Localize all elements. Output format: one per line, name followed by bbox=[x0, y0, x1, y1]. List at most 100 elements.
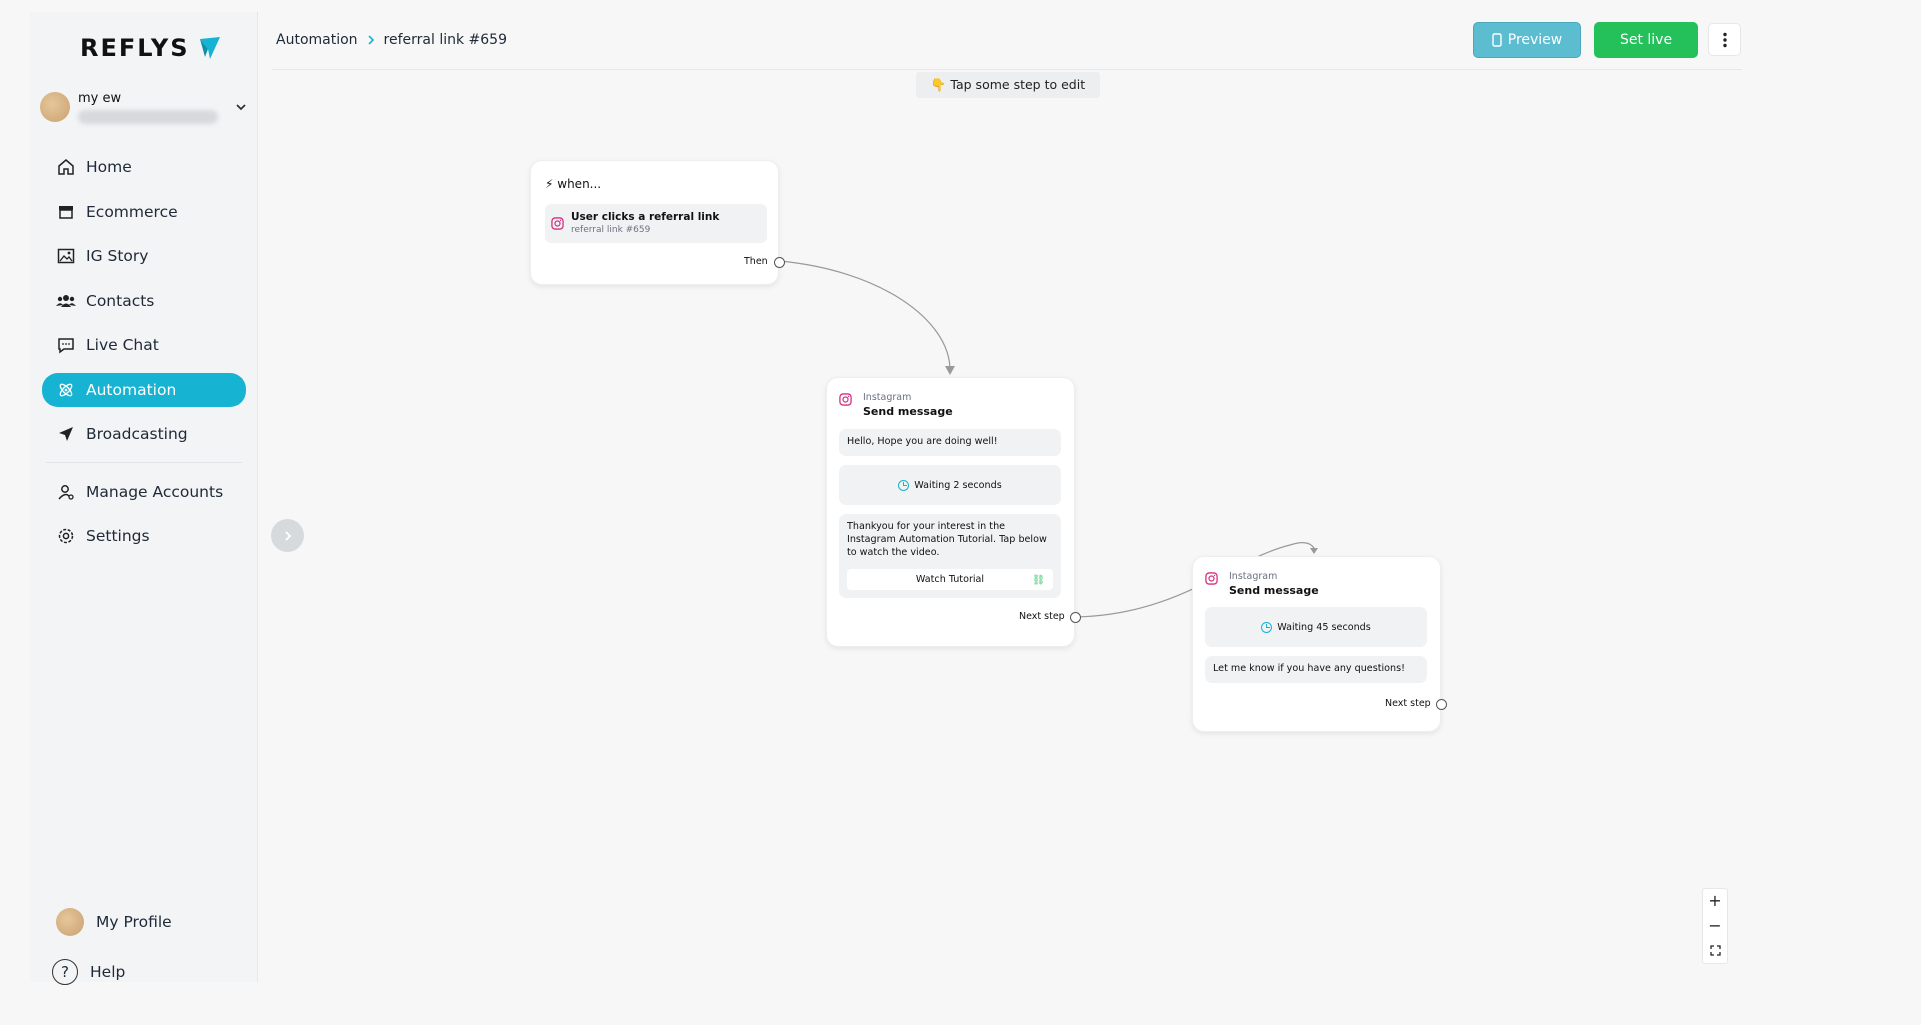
user-manage-icon bbox=[56, 482, 76, 502]
store-icon bbox=[56, 202, 76, 222]
zoom-in-button[interactable]: + bbox=[1703, 889, 1727, 913]
preview-label: Preview bbox=[1507, 32, 1563, 48]
divider bbox=[46, 461, 242, 463]
sidebar-item-manage-accounts[interactable]: Manage Accounts bbox=[42, 475, 246, 509]
sidebar-item-settings[interactable]: Settings bbox=[42, 519, 246, 553]
home-icon bbox=[56, 157, 76, 177]
sidebar-bottom: My Profile ? Help bbox=[52, 904, 252, 1004]
help-icon: ? bbox=[52, 959, 78, 985]
send-message-card-2[interactable]: Instagram Send message Waiting 45 second… bbox=[1192, 556, 1447, 732]
sidebar-item-label: Settings bbox=[86, 527, 150, 545]
zoom-out-button[interactable]: − bbox=[1703, 914, 1727, 938]
gear-icon bbox=[56, 526, 76, 546]
more-options-button[interactable] bbox=[1708, 23, 1741, 56]
message-bubble-with-button[interactable]: Thankyou for your interest in the Instag… bbox=[839, 514, 1061, 598]
clock-icon bbox=[898, 479, 910, 491]
message-bubble[interactable]: Let me know if you have any questions! bbox=[1205, 656, 1427, 683]
edge-arrow bbox=[945, 366, 955, 375]
phone-icon bbox=[1492, 33, 1502, 47]
instagram-icon bbox=[1205, 572, 1218, 585]
wait-text: Waiting 45 seconds bbox=[1277, 621, 1371, 633]
sidebar-item-label: Automation bbox=[86, 380, 177, 399]
output-port[interactable] bbox=[1070, 612, 1081, 623]
wait-block[interactable]: Waiting 45 seconds bbox=[1205, 607, 1427, 647]
step-title: Send message bbox=[1229, 584, 1319, 597]
set-live-button[interactable]: Set live bbox=[1594, 22, 1698, 58]
automation-icon bbox=[56, 380, 76, 400]
sidebar-item-automation[interactable]: Automation bbox=[42, 372, 246, 407]
edge-trigger-to-step1 bbox=[778, 260, 951, 371]
message-text: Thankyou for your interest in the Instag… bbox=[847, 521, 1047, 558]
account-switcher[interactable]: my ew bbox=[40, 80, 252, 134]
chevron-down-icon[interactable] bbox=[234, 100, 248, 114]
fit-view-icon bbox=[1709, 944, 1721, 956]
instagram-icon bbox=[551, 217, 564, 230]
logo[interactable]: REFLYS bbox=[80, 34, 222, 62]
wait-block[interactable]: Waiting 2 seconds bbox=[839, 465, 1061, 505]
chevron-right-icon bbox=[367, 35, 374, 45]
trigger-heading-text: when... bbox=[557, 177, 602, 191]
account-name: my ew bbox=[78, 90, 122, 106]
sidebar-item-label: Broadcasting bbox=[86, 425, 188, 443]
header: Automation referral link #659 Preview Se… bbox=[272, 20, 1742, 70]
message-bubble[interactable]: Hello, Hope you are doing well! bbox=[839, 429, 1061, 456]
sidebar-nav: Home Ecommerce IG Story Contacts Live Ch… bbox=[42, 150, 246, 564]
sidebar-item-help[interactable]: ? Help bbox=[52, 954, 252, 990]
zoom-controls: + − bbox=[1702, 888, 1728, 964]
breadcrumb-automation[interactable]: Automation bbox=[276, 32, 358, 48]
bolt-icon: ⚡ bbox=[545, 177, 554, 191]
account-avatar bbox=[40, 92, 70, 122]
sidebar-item-broadcasting[interactable]: Broadcasting bbox=[42, 417, 246, 451]
sidebar-item-contacts[interactable]: Contacts bbox=[42, 284, 246, 318]
output-port[interactable] bbox=[774, 257, 785, 268]
logo-text: REFLYS bbox=[80, 34, 190, 62]
sidebar-item-ecommerce[interactable]: Ecommerce bbox=[42, 195, 246, 229]
preview-button[interactable]: Preview bbox=[1473, 22, 1581, 58]
instagram-icon bbox=[839, 393, 852, 406]
port-label: Next step bbox=[1385, 698, 1431, 709]
link-icon: ⛓ bbox=[1032, 575, 1045, 586]
sidebar-item-label: Live Chat bbox=[86, 336, 159, 354]
step-platform: Instagram bbox=[863, 392, 912, 403]
port-label: Then bbox=[744, 256, 768, 267]
step-title: Send message bbox=[863, 405, 953, 418]
sidebar-item-live-chat[interactable]: Live Chat bbox=[42, 328, 246, 362]
wait-text: Waiting 2 seconds bbox=[914, 479, 1002, 491]
breadcrumb-current: referral link #659 bbox=[383, 32, 507, 48]
port-label: Next step bbox=[1019, 611, 1065, 622]
account-handle-blurred bbox=[78, 109, 218, 124]
sidebar-item-home[interactable]: Home bbox=[42, 150, 246, 184]
sidebar-item-ig-story[interactable]: IG Story bbox=[42, 239, 246, 273]
output-port[interactable] bbox=[1436, 699, 1447, 710]
fit-view-button[interactable] bbox=[1703, 939, 1727, 963]
trigger-heading: ⚡ when... bbox=[545, 177, 601, 191]
profile-avatar bbox=[56, 908, 84, 936]
chevron-right-icon bbox=[284, 530, 291, 541]
more-vertical-icon bbox=[1722, 32, 1727, 47]
trigger-card[interactable]: ⚡ when... User clicks a referral link re… bbox=[530, 160, 785, 285]
button-label: Watch Tutorial bbox=[915, 574, 985, 585]
sidebar-item-label: Home bbox=[86, 158, 132, 176]
set-live-label: Set live bbox=[1619, 32, 1673, 48]
sidebar-item-label: Help bbox=[90, 963, 126, 981]
sidebar-item-label: Contacts bbox=[86, 291, 155, 310]
send-message-card-1[interactable]: Instagram Send message Hello, Hope you a… bbox=[826, 377, 1081, 647]
edit-hint: 👇 Tap some step to edit bbox=[916, 72, 1100, 98]
users-icon bbox=[56, 291, 76, 311]
sidebar: REFLYS my ew Home Ecommerce IG Story Con… bbox=[30, 12, 258, 985]
trigger-title: User clicks a referral link bbox=[571, 211, 720, 223]
trigger-subtitle: referral link #659 bbox=[571, 225, 651, 235]
sidebar-item-label: My Profile bbox=[96, 913, 172, 931]
edge-arrow bbox=[1310, 548, 1318, 554]
sidebar-item-label: IG Story bbox=[86, 247, 149, 265]
step-platform: Instagram bbox=[1229, 571, 1278, 582]
trigger-box[interactable]: User clicks a referral link referral lin… bbox=[545, 204, 767, 243]
logo-mark-icon bbox=[199, 37, 220, 59]
clock-icon bbox=[1261, 621, 1273, 633]
sidebar-item-my-profile[interactable]: My Profile bbox=[52, 904, 252, 940]
sidebar-item-label: Manage Accounts bbox=[86, 482, 224, 501]
send-icon bbox=[56, 424, 76, 444]
expand-sidebar-button[interactable] bbox=[271, 519, 304, 552]
watch-tutorial-button[interactable]: Watch Tutorial ⛓ bbox=[847, 569, 1053, 590]
chat-icon bbox=[56, 335, 76, 355]
